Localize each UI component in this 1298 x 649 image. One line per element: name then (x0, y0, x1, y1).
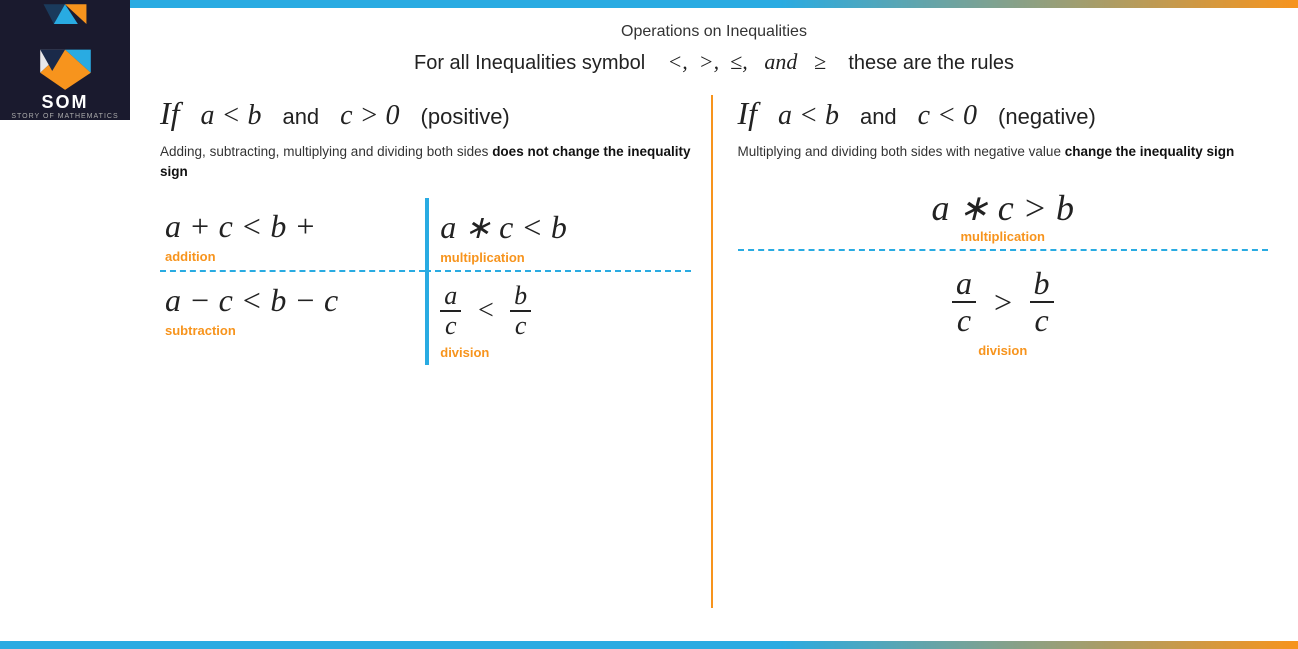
formula-addition-label: addition (165, 249, 415, 264)
formula-addition-math: a + c < b + (165, 208, 415, 245)
logo-area: SOM STORY OF MATHEMATICS (0, 0, 130, 120)
right-division-area: a c > b c division (738, 256, 1269, 362)
intro-gte: ≥ (814, 49, 826, 74)
left-formula-grid: a + c < b + addition a ∗ c < b multiplic… (160, 198, 691, 365)
right-division-math: a c > b c (743, 266, 1264, 338)
right-fraction-a-c: a c (952, 266, 976, 338)
logo-text: SOM (41, 92, 88, 113)
right-if: If (738, 95, 758, 131)
formula-multiplication-math: a ∗ c < b (440, 208, 680, 246)
left-positive: (positive) (421, 104, 510, 129)
left-if: If (160, 95, 180, 131)
right-division-label: division (743, 343, 1264, 358)
right-negative: (negative) (998, 104, 1096, 129)
intro-and: and (764, 49, 797, 74)
right-section-header: If a < b and c < 0 (negative) (738, 95, 1269, 132)
top-bar (0, 0, 1298, 8)
fraction-a-c: a c (440, 282, 461, 341)
intro-prefix: For all Inequalities symbol (414, 52, 645, 74)
intro-suffix: these are the rules (848, 52, 1014, 74)
bottom-bar (0, 641, 1298, 649)
formula-division-label: division (440, 345, 680, 360)
formula-subtraction-math: a − c < b − c (165, 282, 415, 319)
right-multiplication-label: multiplication (743, 229, 1264, 244)
right-mult-formula: a ∗ c > b (743, 187, 1264, 229)
logo-graphic (33, 47, 98, 90)
formula-division-math: a c < b c (440, 282, 680, 341)
columns-container: If a < b and c > 0 (positive) Adding, su… (160, 95, 1268, 608)
left-and: and (282, 104, 319, 129)
formula-division-cell: a c < b c division (425, 270, 690, 365)
page-title: Operations on Inequalities (160, 23, 1268, 41)
left-section-header: If a < b and c > 0 (positive) (160, 95, 691, 132)
intro-line: For all Inequalities symbol <, >, ≤, and… (160, 49, 1268, 75)
right-multiplication-math: a ∗ c > b (932, 188, 1074, 228)
fraction-b-c: b c (510, 282, 531, 341)
formula-subtraction-cell: a − c < b − c subtraction (160, 270, 425, 365)
formula-multiplication-cell: a ∗ c < b multiplication (425, 198, 690, 270)
logo-subtext: STORY OF MATHEMATICS (11, 113, 118, 120)
formula-multiplication-label: multiplication (440, 250, 680, 265)
intro-symbols: <, >, ≤, (667, 49, 747, 74)
right-description: Multiplying and dividing both sides with… (738, 142, 1269, 162)
formula-addition-cell: a + c < b + addition (160, 198, 425, 270)
left-description: Adding, subtracting, multiplying and div… (160, 142, 691, 183)
som-logo-icon (35, 0, 95, 47)
right-column: If a < b and c < 0 (negative) Multiplyin… (713, 95, 1269, 608)
right-div-formula: a c > b c (743, 266, 1264, 338)
right-formula-area: a ∗ c > b multiplication a c (738, 177, 1269, 362)
right-fraction-b-c: b c (1030, 266, 1054, 338)
main-content: Operations on Inequalities For all Inequ… (130, 8, 1298, 641)
right-and: and (860, 104, 897, 129)
left-column: If a < b and c > 0 (positive) Adding, su… (160, 95, 713, 608)
right-multiplication-area: a ∗ c > b multiplication (738, 177, 1269, 251)
formula-subtraction-label: subtraction (165, 323, 415, 338)
